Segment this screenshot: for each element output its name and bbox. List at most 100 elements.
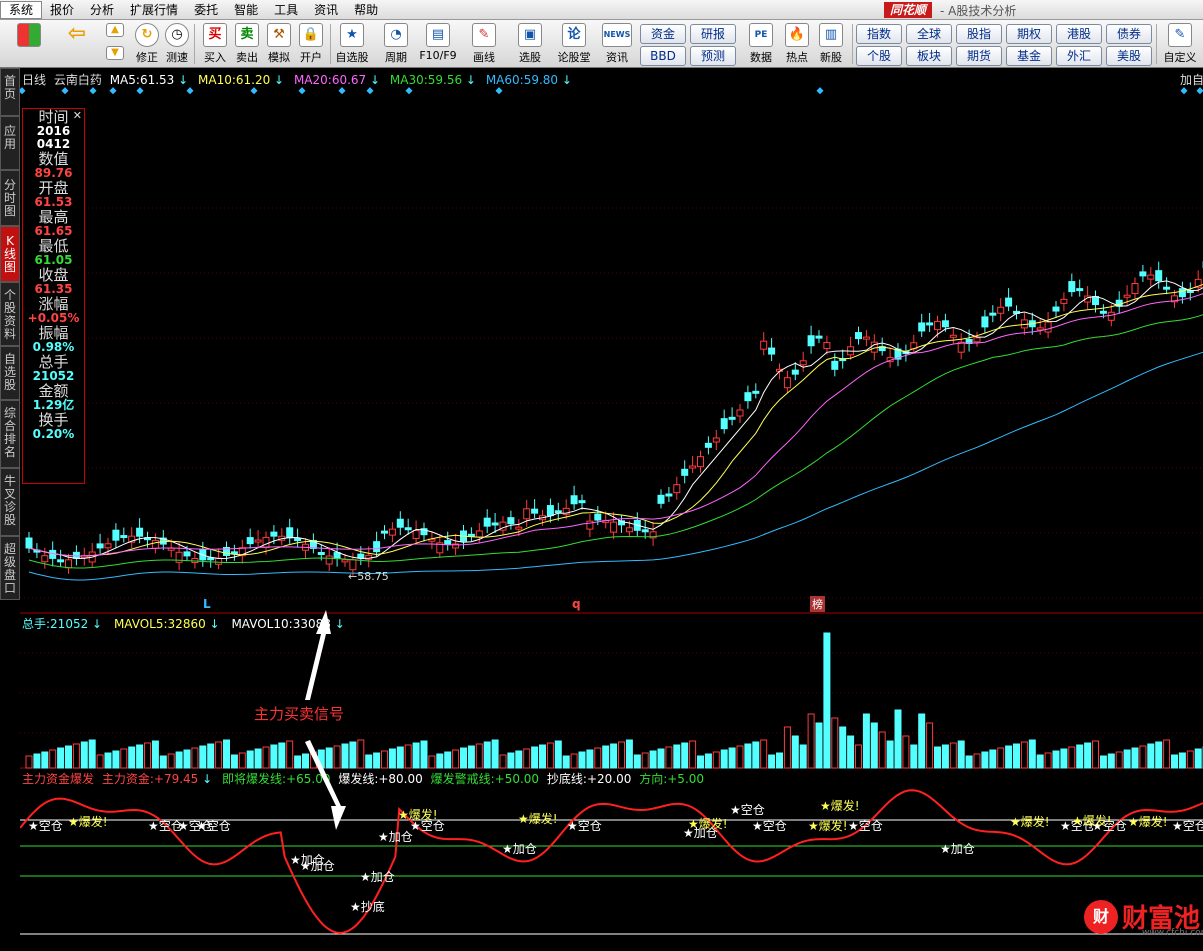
- hotspot-button[interactable]: 🔥 热点: [780, 23, 814, 67]
- candlestick: [72, 551, 80, 559]
- simulate-button[interactable]: ⚒ 模拟: [262, 23, 296, 67]
- ma30-label: MA30:: [389, 73, 428, 87]
- open-account-button[interactable]: 🔒 开户: [294, 23, 328, 67]
- volume-bar: [941, 744, 949, 769]
- menu-quote[interactable]: 报价: [42, 0, 82, 20]
- candlestick: [783, 377, 791, 389]
- volume-bar: [633, 754, 641, 769]
- event-diamond: [186, 87, 194, 95]
- volume-bar: [199, 745, 207, 769]
- volume-bar: [191, 747, 199, 769]
- signal-label: ★空仓: [752, 819, 787, 833]
- f10-button[interactable]: ▤ F10/F9: [418, 23, 458, 67]
- menu-smart[interactable]: 智能: [226, 0, 266, 20]
- volume-bar: [404, 744, 412, 769]
- close-icon[interactable]: ✕: [73, 109, 82, 122]
- index-button[interactable]: 指数: [856, 24, 902, 44]
- sidebar-tab-kline[interactable]: K线图: [0, 226, 20, 282]
- candlestick: [973, 337, 981, 343]
- menu-news[interactable]: 资讯: [306, 0, 346, 20]
- futures-button[interactable]: 期货: [956, 46, 1002, 66]
- data-button[interactable]: PE 数据: [744, 23, 778, 67]
- us-stocks-button[interactable]: 美股: [1106, 46, 1152, 66]
- forecast-button[interactable]: 预测: [690, 46, 736, 66]
- direction-value: +5.00: [667, 772, 705, 786]
- bonds-button[interactable]: 债券: [1106, 24, 1152, 44]
- sidebar-tab-diagnosis[interactable]: 牛叉诊股: [0, 468, 20, 536]
- volume-bar: [1123, 749, 1131, 769]
- volume-bar: [49, 749, 57, 769]
- menu-analysis[interactable]: 分析: [82, 0, 122, 20]
- sidebar-tab-level2[interactable]: 超级盘口: [0, 536, 20, 600]
- volume-bar: [918, 713, 926, 769]
- volume-bar: [467, 745, 475, 769]
- candlestick: [41, 555, 49, 563]
- volume-bar: [80, 741, 88, 769]
- bbd-button[interactable]: BBD: [640, 46, 686, 66]
- event-diamond: [89, 87, 97, 95]
- sidebar-tab-watchlist[interactable]: 自选股: [0, 346, 20, 400]
- volume-bar: [989, 749, 997, 769]
- menu-trade[interactable]: 委托: [186, 0, 226, 20]
- options-button[interactable]: 期权: [1006, 24, 1052, 44]
- volume-bar: [1147, 743, 1155, 769]
- ma10-value: 61.20: [235, 73, 271, 87]
- back-arrow-icon[interactable]: ⇦: [60, 23, 94, 67]
- news-button[interactable]: NEWS 资讯: [600, 23, 634, 67]
- watchlist-button[interactable]: ★ 自选股: [334, 23, 370, 67]
- menu-extended-market[interactable]: 扩展行情: [122, 0, 186, 20]
- funds-button[interactable]: 基金: [1006, 46, 1052, 66]
- volume-bar: [120, 748, 128, 769]
- period-button[interactable]: ◔ 周期: [378, 23, 414, 67]
- sectors-button[interactable]: 板块: [906, 46, 952, 66]
- sidebar-tab-ranking[interactable]: 综合排名: [0, 400, 20, 468]
- period-label: 日线: [22, 73, 47, 87]
- forex-button[interactable]: 外汇: [1056, 46, 1102, 66]
- hk-stocks-button[interactable]: 港股: [1056, 24, 1102, 44]
- volume-label: 总手: [38, 353, 69, 371]
- sidebar-tab-intraday[interactable]: 分时图: [0, 170, 20, 226]
- volume-bar: [25, 755, 33, 769]
- menu-tools[interactable]: 工具: [266, 0, 306, 20]
- signal-label: ★加仓: [502, 842, 537, 856]
- add-custom-label[interactable]: 加自: [1180, 71, 1203, 88]
- forum-button[interactable]: 论论股堂: [556, 23, 592, 67]
- buy-button[interactable]: 买买入: [198, 23, 232, 67]
- volume-bar: [1171, 754, 1178, 769]
- draw-line-button[interactable]: ✎ 画线: [466, 23, 502, 67]
- volume-bar: [365, 754, 373, 769]
- candlestick: [570, 495, 578, 505]
- direction-label: 方向:: [639, 772, 668, 786]
- sidebar-tab-stock-profile[interactable]: 个股资料: [0, 282, 20, 346]
- volume-bar: [128, 746, 136, 769]
- menu-help[interactable]: 帮助: [346, 0, 386, 20]
- stock-picker-button[interactable]: ▣ 选股: [512, 23, 548, 67]
- layout-icon[interactable]: [12, 23, 46, 67]
- candlestick: [736, 409, 744, 417]
- marker-bang-badge[interactable]: 榜: [810, 596, 825, 612]
- volume-bar: [712, 751, 720, 769]
- candlestick: [373, 541, 381, 553]
- stock-index-button[interactable]: 股指: [956, 24, 1002, 44]
- candlestick: [578, 500, 586, 504]
- stocks-button[interactable]: 个股: [856, 46, 902, 66]
- candlestick: [657, 494, 665, 504]
- warn-label: 爆发警戒线:: [430, 772, 495, 786]
- menu-system[interactable]: 系统: [0, 0, 43, 19]
- volume-bar: [720, 749, 728, 769]
- research-button[interactable]: 研报: [690, 24, 736, 44]
- correct-button[interactable]: ↻ 修正: [130, 23, 164, 67]
- candlestick: [665, 493, 673, 497]
- speed-test-button[interactable]: ◷ 测速: [160, 23, 194, 67]
- fund-flow-button[interactable]: 资金: [640, 24, 686, 44]
- volume-bar: [697, 755, 704, 769]
- sidebar-tab-apps[interactable]: 应用: [0, 116, 20, 170]
- sell-button[interactable]: 卖卖出: [230, 23, 264, 67]
- down-arrow-icon[interactable]: ▼: [102, 46, 128, 64]
- volume-bar: [33, 753, 41, 769]
- sidebar-tab-home[interactable]: 首页: [0, 68, 20, 116]
- signal-label: ★爆发!: [68, 815, 108, 829]
- new-stock-button[interactable]: ▥ 新股: [814, 23, 848, 67]
- customize-button[interactable]: ✎ 自定义: [1160, 23, 1200, 67]
- global-button[interactable]: 全球: [906, 24, 952, 44]
